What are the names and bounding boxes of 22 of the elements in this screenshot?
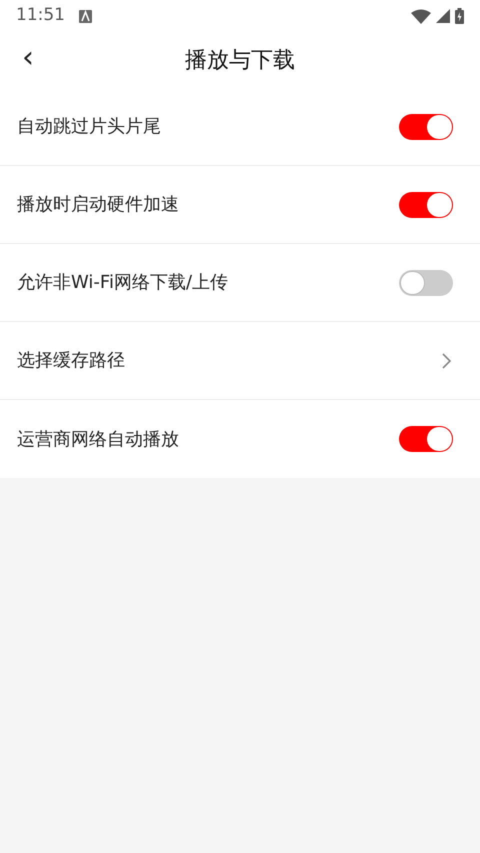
- settings-row[interactable]: 允许非Wi-Fi网络下载/上传: [0, 244, 480, 322]
- page-title: 播放与下载: [185, 46, 295, 74]
- setting-label: 自动跳过片头片尾: [17, 115, 161, 139]
- battery-icon: [455, 8, 464, 24]
- toggle-switch[interactable]: [399, 192, 453, 218]
- wifi-icon: [411, 8, 431, 24]
- chevron-right-icon: [442, 352, 451, 368]
- signal-icon: [436, 9, 450, 23]
- toggle-switch[interactable]: [399, 426, 453, 452]
- status-time: 11:51: [16, 4, 65, 28]
- settings-row[interactable]: 运营商网络自动播放: [0, 400, 480, 478]
- settings-row[interactable]: 自动跳过片头片尾: [0, 88, 480, 166]
- back-button[interactable]: ‹: [22, 43, 34, 77]
- toggle-switch[interactable]: [399, 270, 453, 296]
- notification-icon: [79, 10, 92, 22]
- setting-label: 播放时启动硬件加速: [17, 193, 179, 217]
- setting-label: 选择缓存路径: [17, 349, 125, 373]
- settings-row[interactable]: 选择缓存路径: [0, 322, 480, 400]
- toggle-switch[interactable]: [399, 114, 453, 140]
- setting-label: 允许非Wi-Fi网络下载/上传: [17, 271, 228, 295]
- setting-label: 运营商网络自动播放: [17, 428, 179, 452]
- settings-row[interactable]: 播放时启动硬件加速: [0, 166, 480, 244]
